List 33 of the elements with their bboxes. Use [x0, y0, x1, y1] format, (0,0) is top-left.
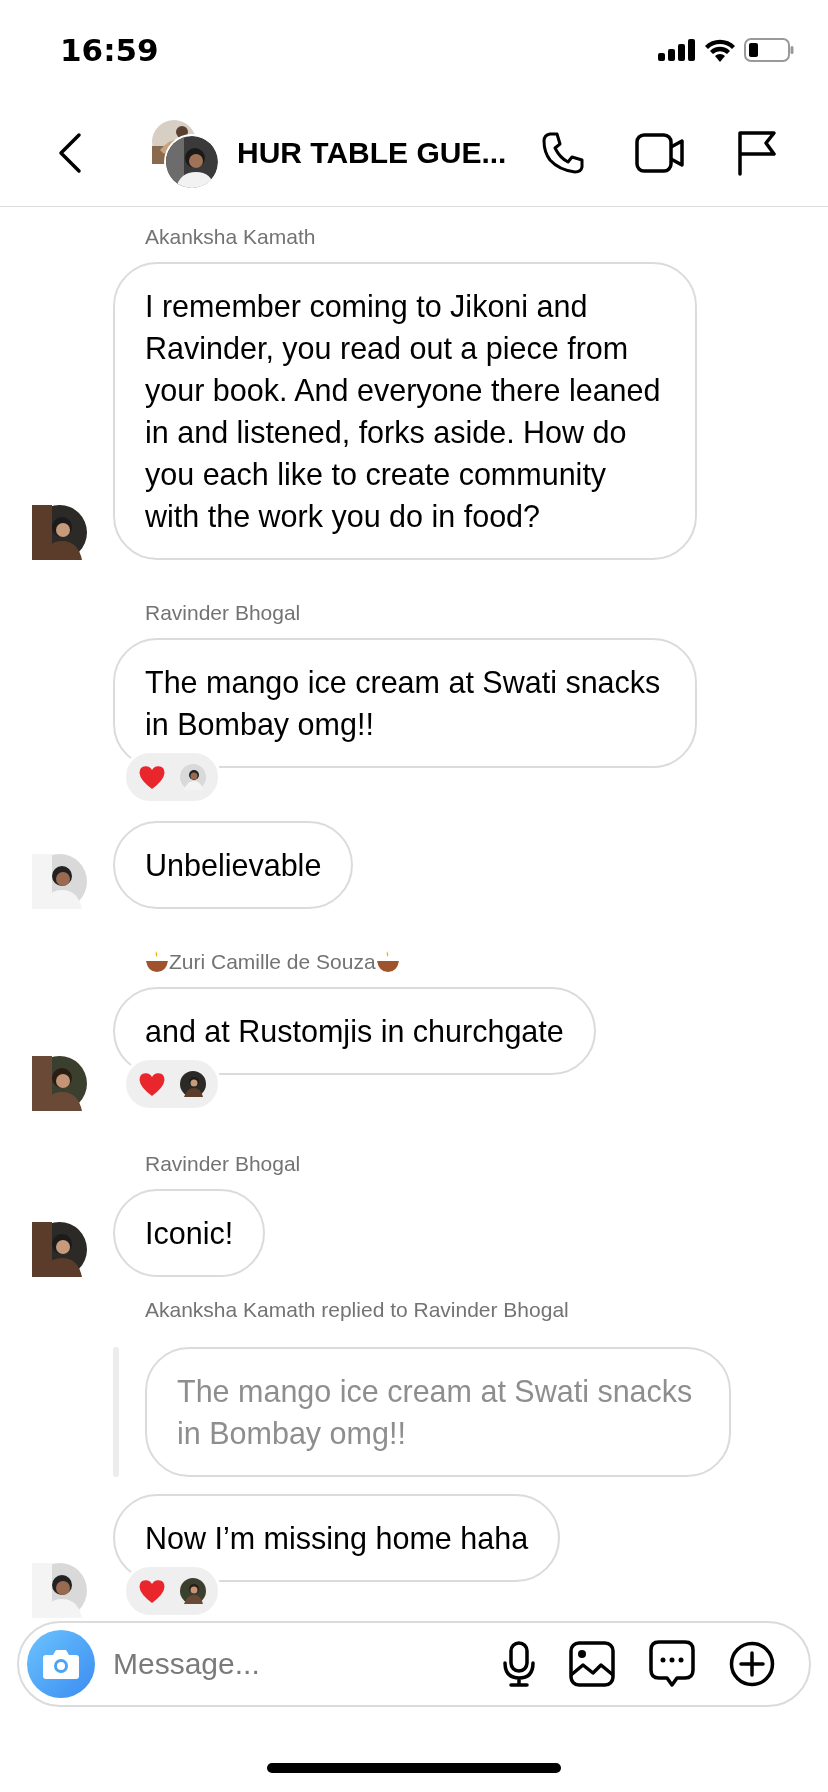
signal-icon — [658, 39, 696, 61]
sender-name: Zuri Camille de Souza — [169, 949, 376, 975]
heart-icon — [138, 1578, 166, 1604]
message-bubble: Unbelievable — [113, 821, 354, 909]
message-bubble: and at Rustomjis in churchgate — [113, 987, 596, 1075]
phone-icon[interactable] — [541, 131, 586, 175]
diya-lamp-icon — [375, 951, 400, 973]
plus-icon[interactable] — [729, 1641, 775, 1687]
flag-icon[interactable] — [737, 130, 778, 176]
image-icon[interactable] — [569, 1641, 615, 1687]
message-bubble: I remember coming to Jikoni and Ravinder, you read out a piece from your book. And everyone there leaned in and listened, forks aside. How do you each like to create community with the work you do in food? — [113, 262, 697, 560]
microphone-icon[interactable] — [503, 1641, 535, 1687]
diya-lamp-icon — [145, 951, 169, 973]
chat-title[interactable]: HUR TABLE GUE... — [237, 136, 507, 170]
camera-button[interactable] — [27, 1630, 95, 1698]
reply-label: Akanksha Kamath replied to Ravinder Bhogal — [144, 1297, 570, 1323]
message-bubble: Now I’m missing home haha — [113, 1494, 561, 1582]
status-time: 16:59 — [60, 32, 159, 68]
heart-icon — [138, 1071, 166, 1097]
message-input[interactable]: Message... — [111, 1646, 469, 1682]
video-icon[interactable] — [635, 133, 686, 173]
battery-icon — [744, 38, 794, 62]
sender-name: Ravinder Bhogal — [145, 600, 301, 626]
chat-bubble-icon[interactable] — [649, 1640, 695, 1688]
message-bubble: Iconic! — [113, 1189, 266, 1277]
sender-name: Ravinder Bhogal — [145, 1151, 301, 1177]
wifi-icon — [704, 38, 736, 62]
back-icon[interactable] — [58, 132, 82, 174]
message-bubble: The mango ice cream at Swati snacks in Bombay omg!! — [113, 638, 697, 768]
sender-name: Akanksha Kamath — [145, 224, 316, 250]
camera-icon — [42, 1648, 80, 1680]
quoted-message: The mango ice cream at Swati snacks in Bombay omg!! — [145, 1347, 731, 1477]
heart-icon — [138, 764, 166, 790]
